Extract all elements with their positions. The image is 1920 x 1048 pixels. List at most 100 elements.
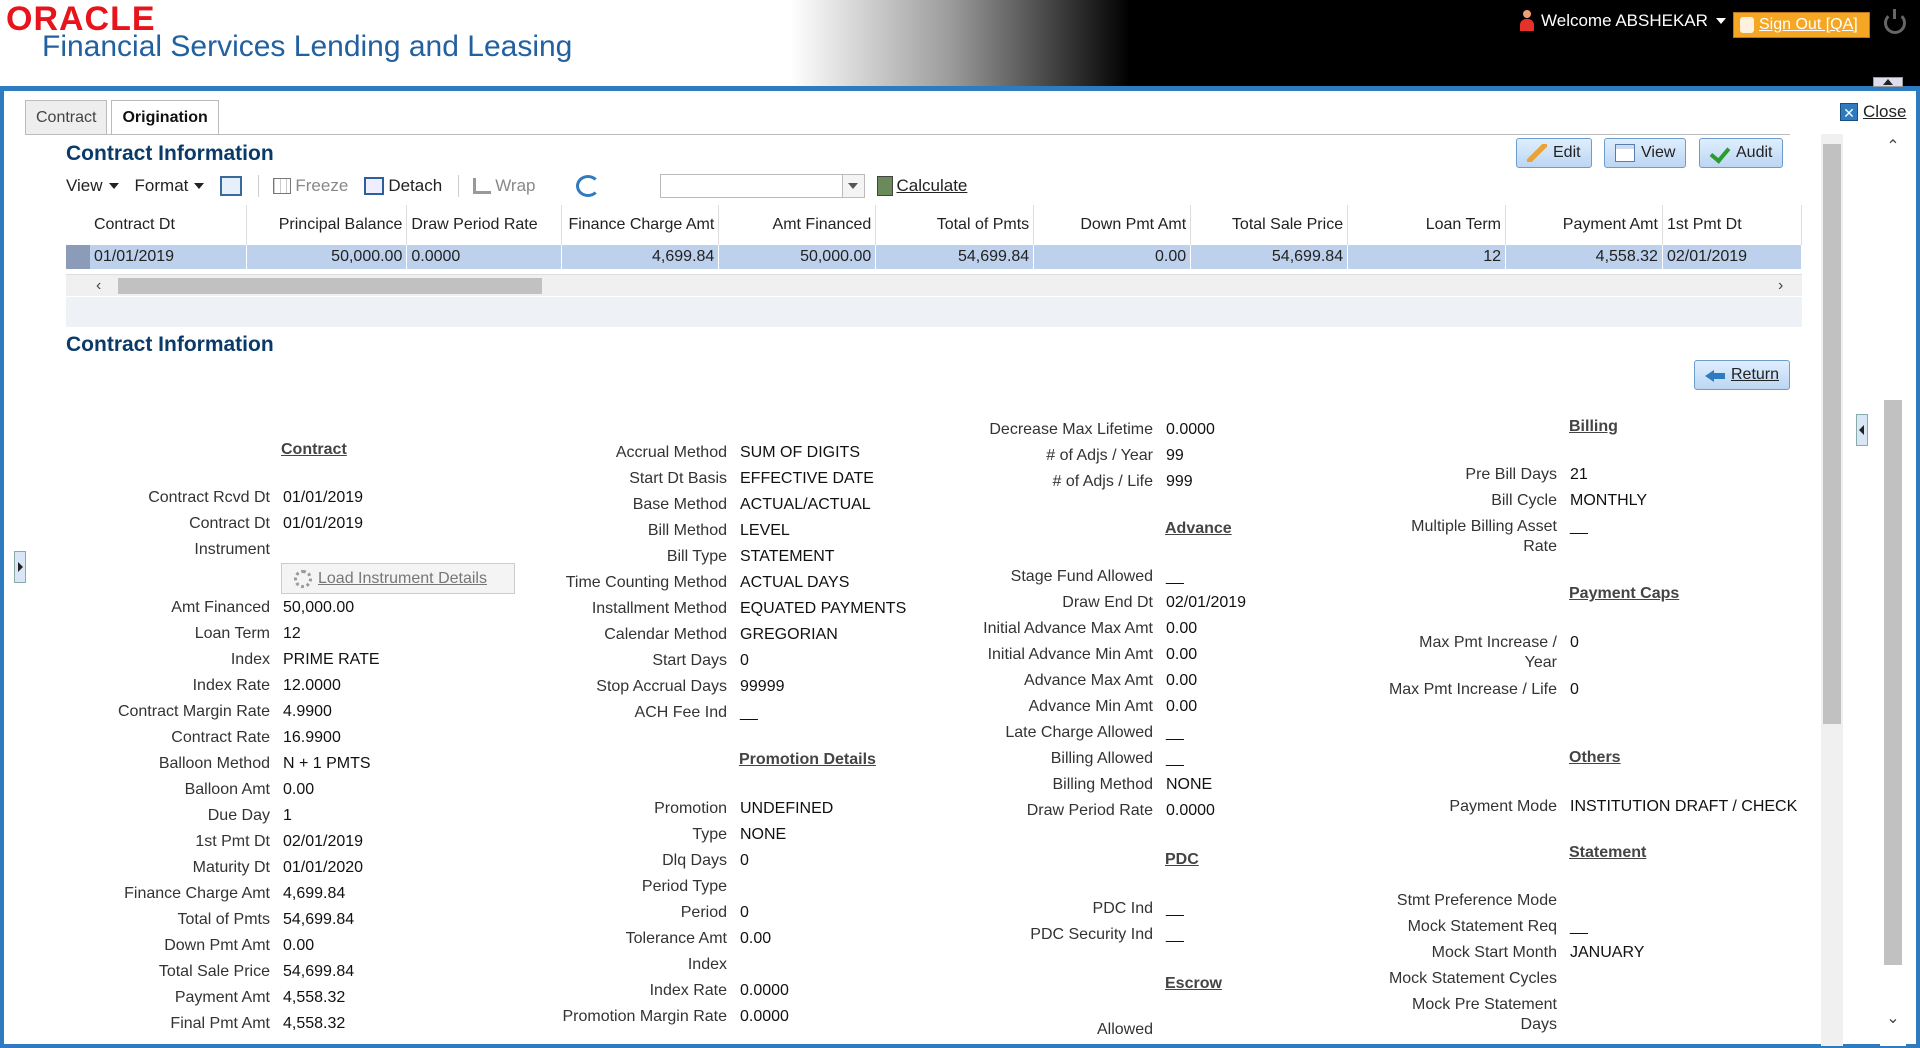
field-label: Contract Dt — [189, 515, 270, 532]
calc-select[interactable] — [659, 174, 865, 198]
expand-right-panel-button[interactable] — [1856, 414, 1868, 446]
field-label: Mock Statement Cycles — [1388, 970, 1557, 987]
export-button[interactable] — [220, 176, 243, 196]
audit-button[interactable]: Audit — [1699, 138, 1784, 168]
field-label: Mock Statement Req — [1407, 918, 1557, 935]
column-header[interactable]: Contract Dt — [89, 205, 248, 245]
field-value: __ — [1570, 518, 1588, 535]
field-value: __ — [740, 704, 758, 721]
column-header[interactable]: Draw Period Rate — [406, 205, 563, 245]
field-label: Max Pmt Increase / Life — [1388, 681, 1557, 698]
field-label: Type — [692, 826, 727, 843]
column-header[interactable]: 1st Pmt Dt — [1662, 205, 1803, 245]
scrollbar-thumb[interactable] — [118, 278, 542, 294]
column-header[interactable]: Down Pmt Amt — [1033, 205, 1192, 245]
field-value: 0 — [740, 852, 749, 869]
column-header[interactable]: Total Sale Price — [1190, 205, 1349, 245]
section-title-top: Contract Information — [66, 142, 274, 165]
column-header[interactable]: Amt Financed — [718, 205, 877, 245]
scrollbar-thumb[interactable] — [1884, 400, 1902, 965]
field-label: Draw Period Rate — [1026, 802, 1153, 819]
calculator-icon — [876, 176, 893, 196]
field-value: 0 — [740, 904, 749, 921]
chevron-up-icon[interactable]: ⌃ — [1884, 139, 1902, 155]
field-label: Dlq Days — [662, 852, 727, 869]
power-icon[interactable] — [1884, 9, 1906, 34]
field-value: 0.0000 — [740, 982, 789, 999]
chevron-down-icon — [1715, 18, 1726, 24]
field-value: 54,699.84 — [283, 963, 355, 980]
field-value: 999 — [1166, 473, 1193, 490]
horizontal-scrollbar[interactable]: ‹ › — [66, 274, 1802, 296]
field-label: Advance Min Amt — [1028, 698, 1154, 715]
toolbar-separator — [258, 175, 260, 197]
field-label: Promotion Margin Rate — [562, 1008, 727, 1025]
table-cell: 50,000.00 — [246, 245, 408, 269]
group-heading-pdc: PDC — [1165, 851, 1199, 868]
return-button[interactable]: Return — [1694, 360, 1791, 390]
field-value: __ — [1166, 750, 1184, 767]
column-header[interactable]: Principal Balance — [246, 205, 408, 245]
field-label: Maturity Dt — [192, 859, 270, 876]
detach-button[interactable]: Detach — [364, 176, 442, 196]
toolbar-separator — [458, 175, 460, 197]
tab-divider — [25, 134, 1790, 135]
collapse-header-button[interactable] — [1873, 77, 1903, 87]
field-value: NONE — [1166, 776, 1213, 793]
detail-vertical-scrollbar[interactable] — [1821, 134, 1843, 1046]
group-heading-payment-caps: Payment Caps — [1569, 585, 1680, 602]
field-label: Bill Type — [666, 548, 727, 565]
column-header[interactable]: Loan Term — [1347, 205, 1507, 245]
field-label: Contract Rate — [171, 729, 270, 746]
row-selector[interactable] — [66, 245, 90, 269]
view-button[interactable]: View — [1604, 138, 1687, 168]
field-value: 0.00 — [1166, 620, 1198, 637]
field-label: Total of Pmts — [177, 911, 270, 928]
load-instrument-details-button[interactable]: Load Instrument Details — [281, 563, 515, 594]
pencil-icon — [1527, 144, 1547, 162]
scrollbar-thumb[interactable] — [1823, 144, 1841, 724]
field-value: 0 — [740, 652, 749, 669]
wrap-button[interactable]: Wrap — [473, 176, 536, 196]
column-header[interactable]: Total of Pmts — [875, 205, 1035, 245]
tab-origination[interactable]: Origination — [111, 100, 219, 134]
column-header[interactable]: Payment Amt — [1505, 205, 1663, 245]
format-menu[interactable]: Format — [135, 176, 205, 196]
chevron-left-icon[interactable]: ‹ — [96, 278, 110, 294]
chevron-right-icon[interactable]: › — [1778, 278, 1792, 294]
field-label: Contract Rcvd Dt — [148, 489, 270, 506]
table-cell: 50,000.00 — [718, 245, 877, 269]
field-label: Billing Allowed — [1050, 750, 1153, 767]
edit-button[interactable]: Edit — [1516, 138, 1592, 168]
wrap-label: Wrap — [495, 176, 536, 195]
section-title-detail: Contract Information — [66, 333, 274, 356]
tab-contract[interactable]: Contract — [25, 100, 108, 134]
calculate-button[interactable]: Calculate — [876, 176, 967, 196]
sign-out-button[interactable]: Sign Out [QA] — [1733, 12, 1870, 38]
field-value: 0 — [1570, 681, 1579, 698]
chevron-down-icon[interactable] — [841, 175, 864, 197]
column-header[interactable]: Finance Charge Amt — [561, 205, 720, 245]
freeze-button[interactable]: Freeze — [273, 176, 348, 196]
field-value: 99999 — [740, 678, 785, 695]
table-row[interactable]: 01/01/2019 50,000.00 0.0000 4,699.84 50,… — [66, 245, 1803, 269]
field-value: 01/01/2020 — [283, 859, 364, 876]
group-heading-contract: Contract — [281, 441, 347, 458]
view-menu[interactable]: View — [66, 176, 119, 196]
field-value: 4,558.32 — [283, 1015, 346, 1032]
field-value: MONTHLY — [1570, 492, 1648, 509]
chevron-down-icon[interactable]: ⌄ — [1884, 1011, 1902, 1027]
field-value: 21 — [1570, 466, 1588, 483]
check-icon — [1710, 144, 1730, 162]
welcome-menu[interactable]: Welcome ABSHEKAR — [1519, 10, 1726, 32]
expand-left-panel-button[interactable] — [14, 551, 26, 583]
table-cell: 02/01/2019 — [1662, 245, 1803, 269]
view-menu-label: View — [66, 176, 103, 195]
table-footer — [66, 297, 1802, 327]
field-label: Advance Max Amt — [1024, 672, 1153, 689]
field-label: Stage Fund Allowed — [1010, 568, 1153, 585]
close-button[interactable]: ✕ Close — [1840, 102, 1906, 122]
refresh-button[interactable] — [575, 175, 600, 197]
field-value: LEVEL — [740, 522, 790, 539]
group-heading-billing: Billing — [1569, 418, 1618, 435]
